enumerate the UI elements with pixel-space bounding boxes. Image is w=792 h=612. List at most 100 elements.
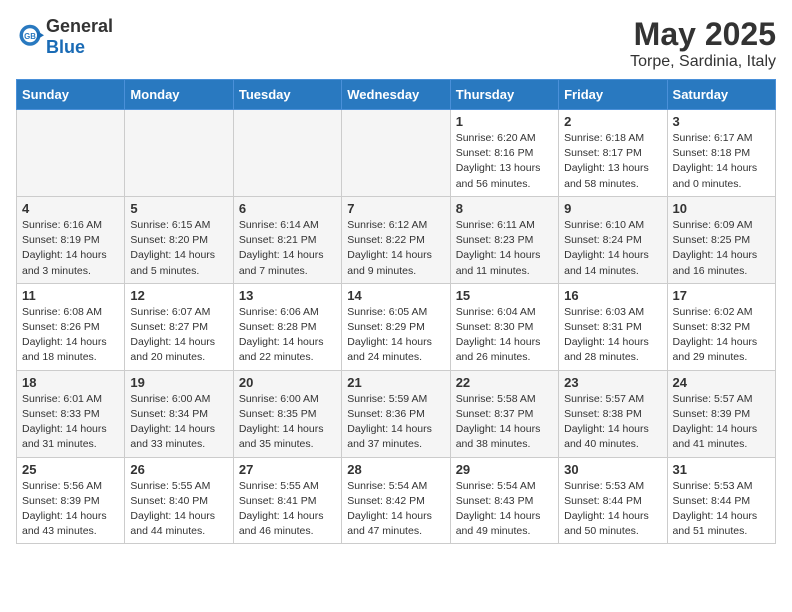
- day-detail: Sunrise: 6:16 AM Sunset: 8:19 PM Dayligh…: [22, 218, 119, 279]
- day-detail: Sunrise: 5:54 AM Sunset: 8:43 PM Dayligh…: [456, 479, 553, 540]
- calendar-cell: 29 Sunrise: 5:54 AM Sunset: 8:43 PM Dayli…: [450, 457, 558, 544]
- column-header-monday: Monday: [125, 80, 233, 110]
- calendar-cell: 17 Sunrise: 6:02 AM Sunset: 8:32 PM Dayli…: [667, 283, 775, 370]
- logo-text: General Blue: [46, 16, 113, 58]
- day-number: 24: [673, 375, 770, 390]
- calendar-cell: 20Sunrise: 6:00 AM Sunset: 8:35 PM Dayli…: [233, 370, 341, 457]
- day-detail: Sunrise: 5:57 AM Sunset: 8:39 PM Dayligh…: [673, 392, 770, 453]
- day-number: 5: [130, 201, 227, 216]
- calendar-cell: 26 Sunrise: 5:55 AM Sunset: 8:40 PM Dayli…: [125, 457, 233, 544]
- calendar-week-row: 4 Sunrise: 6:16 AM Sunset: 8:19 PM Daylig…: [17, 196, 776, 283]
- calendar-cell: 7 Sunrise: 6:12 AM Sunset: 8:22 PM Daylig…: [342, 196, 450, 283]
- column-header-tuesday: Tuesday: [233, 80, 341, 110]
- calendar-cell: 18Sunrise: 6:01 AM Sunset: 8:33 PM Dayli…: [17, 370, 125, 457]
- day-number: 15: [456, 288, 553, 303]
- logo: GB General Blue: [16, 16, 113, 58]
- calendar-cell: 5Sunrise: 6:15 AM Sunset: 8:20 PM Daylig…: [125, 196, 233, 283]
- day-detail: Sunrise: 6:18 AM Sunset: 8:17 PM Dayligh…: [564, 131, 661, 192]
- calendar-cell: 9 Sunrise: 6:10 AM Sunset: 8:24 PM Daylig…: [559, 196, 667, 283]
- day-number: 21: [347, 375, 444, 390]
- calendar-cell: 6Sunrise: 6:14 AM Sunset: 8:21 PM Daylig…: [233, 196, 341, 283]
- calendar-cell: 21 Sunrise: 5:59 AM Sunset: 8:36 PM Dayli…: [342, 370, 450, 457]
- column-header-sunday: Sunday: [17, 80, 125, 110]
- day-detail: Sunrise: 5:55 AM Sunset: 8:40 PM Dayligh…: [130, 479, 227, 540]
- column-header-saturday: Saturday: [667, 80, 775, 110]
- day-detail: Sunrise: 6:11 AM Sunset: 8:23 PM Dayligh…: [456, 218, 553, 279]
- calendar-cell: 30Sunrise: 5:53 AM Sunset: 8:44 PM Dayli…: [559, 457, 667, 544]
- calendar-table: SundayMondayTuesdayWednesdayThursdayFrid…: [16, 79, 776, 544]
- day-detail: Sunrise: 5:55 AM Sunset: 8:41 PM Dayligh…: [239, 479, 336, 540]
- day-detail: Sunrise: 5:59 AM Sunset: 8:36 PM Dayligh…: [347, 392, 444, 453]
- day-detail: Sunrise: 5:53 AM Sunset: 8:44 PM Dayligh…: [564, 479, 661, 540]
- day-detail: Sunrise: 6:05 AM Sunset: 8:29 PM Dayligh…: [347, 305, 444, 366]
- day-number: 12: [130, 288, 227, 303]
- calendar-cell: 28 Sunrise: 5:54 AM Sunset: 8:42 PM Dayli…: [342, 457, 450, 544]
- day-number: 1: [456, 114, 553, 129]
- calendar-cell: 15 Sunrise: 6:04 AM Sunset: 8:30 PM Dayli…: [450, 283, 558, 370]
- logo-general: General: [46, 16, 113, 36]
- day-number: 19: [130, 375, 227, 390]
- calendar-week-row: 1 Sunrise: 6:20 AM Sunset: 8:16 PM Daylig…: [17, 110, 776, 197]
- day-number: 14: [347, 288, 444, 303]
- calendar-cell: 16 Sunrise: 6:03 AM Sunset: 8:31 PM Dayli…: [559, 283, 667, 370]
- calendar-cell: 27 Sunrise: 5:55 AM Sunset: 8:41 PM Dayli…: [233, 457, 341, 544]
- day-number: 9: [564, 201, 661, 216]
- day-number: 2: [564, 114, 661, 129]
- day-number: 26: [130, 462, 227, 477]
- calendar-cell: 10 Sunrise: 6:09 AM Sunset: 8:25 PM Dayli…: [667, 196, 775, 283]
- day-detail: Sunrise: 6:08 AM Sunset: 8:26 PM Dayligh…: [22, 305, 119, 366]
- day-detail: Sunrise: 6:02 AM Sunset: 8:32 PM Dayligh…: [673, 305, 770, 366]
- svg-text:GB: GB: [24, 32, 36, 41]
- day-number: 25: [22, 462, 119, 477]
- calendar-week-row: 18Sunrise: 6:01 AM Sunset: 8:33 PM Dayli…: [17, 370, 776, 457]
- day-number: 29: [456, 462, 553, 477]
- day-number: 27: [239, 462, 336, 477]
- calendar-cell: 31 Sunrise: 5:53 AM Sunset: 8:44 PM Dayli…: [667, 457, 775, 544]
- calendar-cell: 2 Sunrise: 6:18 AM Sunset: 8:17 PM Daylig…: [559, 110, 667, 197]
- day-detail: Sunrise: 6:10 AM Sunset: 8:24 PM Dayligh…: [564, 218, 661, 279]
- day-number: 23: [564, 375, 661, 390]
- day-number: 7: [347, 201, 444, 216]
- day-number: 31: [673, 462, 770, 477]
- calendar-cell: [342, 110, 450, 197]
- day-detail: Sunrise: 6:14 AM Sunset: 8:21 PM Dayligh…: [239, 218, 336, 279]
- calendar-cell: [17, 110, 125, 197]
- column-header-thursday: Thursday: [450, 80, 558, 110]
- day-detail: Sunrise: 6:17 AM Sunset: 8:18 PM Dayligh…: [673, 131, 770, 192]
- calendar-cell: 22Sunrise: 5:58 AM Sunset: 8:37 PM Dayli…: [450, 370, 558, 457]
- page-header: GB General Blue May 2025 Torpe, Sardinia…: [16, 16, 776, 71]
- logo-blue: Blue: [46, 37, 85, 57]
- day-detail: Sunrise: 5:58 AM Sunset: 8:37 PM Dayligh…: [456, 392, 553, 453]
- day-detail: Sunrise: 6:12 AM Sunset: 8:22 PM Dayligh…: [347, 218, 444, 279]
- calendar-header-row: SundayMondayTuesdayWednesdayThursdayFrid…: [17, 80, 776, 110]
- day-number: 28: [347, 462, 444, 477]
- day-number: 4: [22, 201, 119, 216]
- calendar-cell: 11 Sunrise: 6:08 AM Sunset: 8:26 PM Dayli…: [17, 283, 125, 370]
- calendar-week-row: 11 Sunrise: 6:08 AM Sunset: 8:26 PM Dayli…: [17, 283, 776, 370]
- day-number: 10: [673, 201, 770, 216]
- calendar-cell: [233, 110, 341, 197]
- day-detail: Sunrise: 5:57 AM Sunset: 8:38 PM Dayligh…: [564, 392, 661, 453]
- calendar-cell: 8 Sunrise: 6:11 AM Sunset: 8:23 PM Daylig…: [450, 196, 558, 283]
- day-detail: Sunrise: 5:53 AM Sunset: 8:44 PM Dayligh…: [673, 479, 770, 540]
- day-detail: Sunrise: 6:20 AM Sunset: 8:16 PM Dayligh…: [456, 131, 553, 192]
- day-detail: Sunrise: 6:09 AM Sunset: 8:25 PM Dayligh…: [673, 218, 770, 279]
- day-detail: Sunrise: 5:54 AM Sunset: 8:42 PM Dayligh…: [347, 479, 444, 540]
- day-number: 18: [22, 375, 119, 390]
- day-number: 16: [564, 288, 661, 303]
- day-number: 3: [673, 114, 770, 129]
- calendar-cell: 23 Sunrise: 5:57 AM Sunset: 8:38 PM Dayli…: [559, 370, 667, 457]
- day-detail: Sunrise: 6:03 AM Sunset: 8:31 PM Dayligh…: [564, 305, 661, 366]
- logo-icon: GB: [16, 23, 44, 51]
- calendar-cell: 13Sunrise: 6:06 AM Sunset: 8:28 PM Dayli…: [233, 283, 341, 370]
- day-number: 8: [456, 201, 553, 216]
- title-block: May 2025 Torpe, Sardinia, Italy: [630, 16, 776, 71]
- calendar-week-row: 25Sunrise: 5:56 AM Sunset: 8:39 PM Dayli…: [17, 457, 776, 544]
- day-number: 11: [22, 288, 119, 303]
- day-detail: Sunrise: 6:04 AM Sunset: 8:30 PM Dayligh…: [456, 305, 553, 366]
- column-header-friday: Friday: [559, 80, 667, 110]
- calendar-cell: 4 Sunrise: 6:16 AM Sunset: 8:19 PM Daylig…: [17, 196, 125, 283]
- day-detail: Sunrise: 6:06 AM Sunset: 8:28 PM Dayligh…: [239, 305, 336, 366]
- column-header-wednesday: Wednesday: [342, 80, 450, 110]
- day-number: 17: [673, 288, 770, 303]
